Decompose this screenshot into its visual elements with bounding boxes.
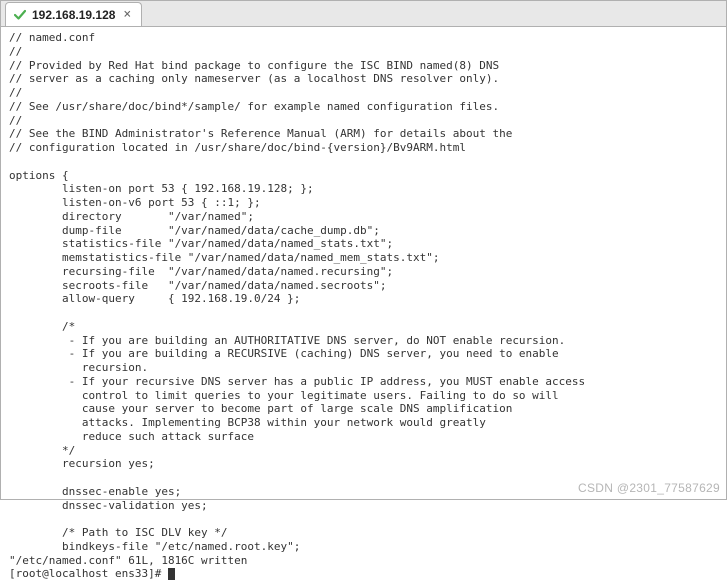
tab-label: 192.168.19.128 [32, 8, 115, 22]
checkmark-icon [14, 9, 26, 21]
close-icon[interactable]: × [121, 8, 133, 21]
watermark: CSDN @2301_77587629 [578, 481, 720, 495]
shell-prompt: [root@localhost ens33]# [9, 567, 168, 580]
terminal-output[interactable]: // named.conf // // Provided by Red Hat … [1, 27, 726, 585]
cursor [168, 568, 175, 580]
tab-bar: 192.168.19.128 × [1, 1, 726, 27]
vim-status-line: "/etc/named.conf" 61L, 1816C written [9, 554, 247, 567]
terminal-tab[interactable]: 192.168.19.128 × [5, 2, 142, 26]
file-content: // named.conf // // Provided by Red Hat … [9, 31, 585, 553]
